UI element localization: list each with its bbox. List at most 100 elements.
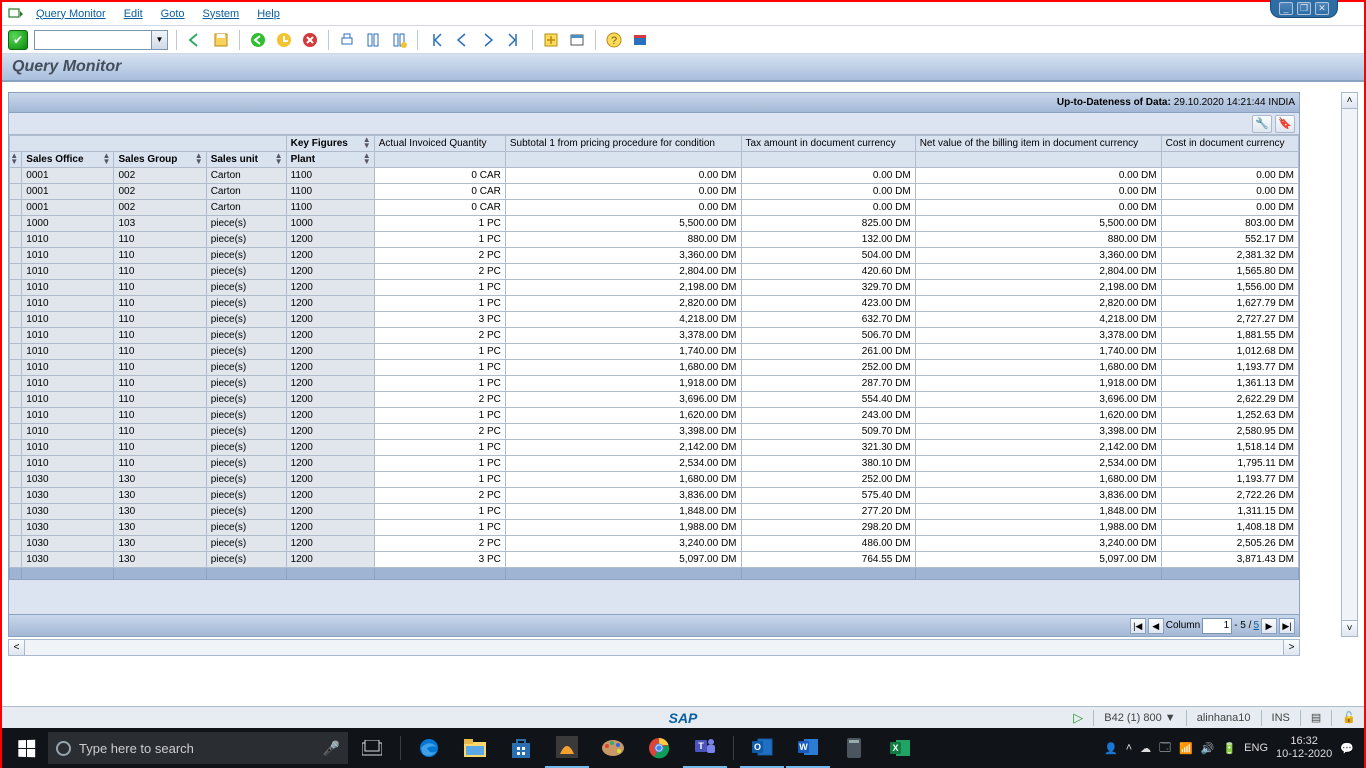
table-row[interactable]: 0001002Carton11000 CAR0.00 DM0.00 DM0.00… [10, 168, 1299, 184]
cancel-red-button[interactable] [300, 30, 320, 50]
pager-prev-icon[interactable]: ◀ [1148, 618, 1164, 634]
command-field[interactable] [34, 30, 152, 50]
find-button[interactable] [363, 30, 383, 50]
status-lock-icon[interactable]: 🔓 [1342, 711, 1356, 724]
data-grid[interactable]: Key Figures▲▼ Actual Invoiced Quantity S… [9, 135, 1299, 614]
edge-icon[interactable] [407, 728, 451, 768]
table-row[interactable]: 1010110piece(s)12002 PC3,378.00 DM506.70… [10, 328, 1299, 344]
tray-lang[interactable]: ENG [1244, 742, 1268, 754]
app2-icon[interactable] [832, 728, 876, 768]
col-plant[interactable]: Plant▲▼ [286, 152, 374, 168]
outlook-icon[interactable]: O [740, 728, 784, 768]
table-row[interactable]: 1010110piece(s)12001 PC2,534.00 DM380.10… [10, 456, 1299, 472]
vscroll-down-icon[interactable]: ˅ [1341, 620, 1358, 637]
table-row[interactable]: 1000103piece(s)10001 PC5,500.00 DM825.00… [10, 216, 1299, 232]
teams-icon[interactable]: T [683, 728, 727, 768]
table-row[interactable]: 1030130piece(s)12003 PC5,097.00 DM764.55… [10, 552, 1299, 568]
table-row[interactable]: 1010110piece(s)12002 PC3,398.00 DM509.70… [10, 424, 1299, 440]
table-row[interactable]: 1030130piece(s)12001 PC1,680.00 DM252.00… [10, 472, 1299, 488]
table-row[interactable]: 1010110piece(s)12002 PC3,360.00 DM504.00… [10, 248, 1299, 264]
col-subtotal1[interactable]: Subtotal 1 from pricing procedure for co… [505, 136, 741, 152]
menu-help[interactable]: Help [251, 6, 286, 22]
col-sales-group[interactable]: Sales Group▲▼ [114, 152, 206, 168]
table-row[interactable]: 1030130piece(s)12002 PC3,240.00 DM486.00… [10, 536, 1299, 552]
hscroll-left-icon[interactable]: < [8, 639, 25, 656]
tray-notifications-icon[interactable]: 💬 [1340, 742, 1354, 755]
tray-wifi-icon[interactable]: 📶 [1179, 742, 1193, 755]
prev-page-button[interactable] [452, 30, 472, 50]
table-row[interactable]: 1010110piece(s)12002 PC3,696.00 DM554.40… [10, 392, 1299, 408]
help-button[interactable]: ? [604, 30, 624, 50]
menu-query-monitor[interactable]: Query Monitor [30, 6, 112, 22]
task-view-icon[interactable] [350, 728, 394, 768]
tray-people-icon[interactable]: 👤 [1104, 742, 1118, 755]
status-system[interactable]: B42 (1) 800 ▼ [1104, 712, 1175, 724]
chrome-icon[interactable] [637, 728, 681, 768]
app1-icon[interactable] [545, 728, 589, 768]
print-button[interactable] [337, 30, 357, 50]
menu-dropdown-icon[interactable] [8, 6, 24, 22]
menu-goto[interactable]: Goto [155, 6, 191, 22]
table-row[interactable]: 1010110piece(s)12001 PC1,680.00 DM252.00… [10, 360, 1299, 376]
explorer-icon[interactable] [453, 728, 497, 768]
menu-edit[interactable]: Edit [118, 6, 149, 22]
pager-column-input[interactable] [1202, 618, 1232, 634]
table-row[interactable]: 1010110piece(s)12003 PC4,218.00 DM632.70… [10, 312, 1299, 328]
col-sales-office[interactable]: Sales Office▲▼ [22, 152, 114, 168]
start-button[interactable] [6, 732, 46, 764]
col-selector[interactable]: ▲▼ [10, 152, 22, 168]
tray-chevron-icon[interactable]: ˄ [1126, 742, 1132, 754]
tray-volume-icon[interactable]: 🔊 [1201, 742, 1215, 755]
back-green-button[interactable] [248, 30, 268, 50]
horizontal-scrollbar[interactable]: < > [8, 639, 1300, 656]
tray-cloud-icon[interactable]: ☁ [1140, 742, 1151, 755]
word-icon[interactable]: W [786, 728, 830, 768]
status-layout-icon[interactable]: ▤ [1311, 711, 1321, 724]
table-row[interactable]: 1010110piece(s)12001 PC1,740.00 DM261.00… [10, 344, 1299, 360]
taskbar-search[interactable]: Type here to search 🎤 [48, 732, 348, 764]
pager-first-icon[interactable]: |◀ [1130, 618, 1146, 634]
enter-button[interactable]: ✔ [8, 30, 28, 50]
table-row[interactable]: 1010110piece(s)12001 PC1,918.00 DM287.70… [10, 376, 1299, 392]
pager-last-icon[interactable]: ▶| [1279, 618, 1295, 634]
vscroll-up-icon[interactable]: ˄ [1341, 92, 1358, 109]
menu-system[interactable]: System [197, 6, 246, 22]
find-next-button[interactable] [389, 30, 409, 50]
paint-icon[interactable] [591, 728, 635, 768]
table-row[interactable]: 1030130piece(s)12001 PC1,988.00 DM298.20… [10, 520, 1299, 536]
tray-clock[interactable]: 16:32 10-12-2020 [1276, 735, 1332, 761]
maximize-button[interactable]: ❐ [1297, 2, 1311, 15]
next-page-button[interactable] [478, 30, 498, 50]
command-dropdown-icon[interactable]: ▼ [152, 30, 168, 50]
col-invoiced-qty[interactable]: Actual Invoiced Quantity [374, 136, 505, 152]
table-row[interactable]: 1010110piece(s)12001 PC2,198.00 DM329.70… [10, 280, 1299, 296]
save-button[interactable] [211, 30, 231, 50]
table-row[interactable]: 1030130piece(s)12001 PC1,848.00 DM277.20… [10, 504, 1299, 520]
status-play-icon[interactable]: ▷ [1073, 710, 1083, 726]
store-icon[interactable] [499, 728, 543, 768]
shortcut-button[interactable] [567, 30, 587, 50]
excel-icon[interactable]: X [878, 728, 922, 768]
table-row[interactable]: 1010110piece(s)12001 PC2,820.00 DM423.00… [10, 296, 1299, 312]
back-button[interactable] [185, 30, 205, 50]
table-row[interactable]: 1010110piece(s)12001 PC2,142.00 DM321.30… [10, 440, 1299, 456]
table-row[interactable]: 0001002Carton11000 CAR0.00 DM0.00 DM0.00… [10, 200, 1299, 216]
col-sales-unit[interactable]: Sales unit▲▼ [206, 152, 286, 168]
bookmark-icon[interactable]: 🔖 [1275, 115, 1295, 133]
pager-total[interactable]: 5 [1253, 620, 1259, 631]
tray-power-icon[interactable]: 🔋 [1222, 742, 1236, 755]
table-row[interactable]: 1010110piece(s)12001 PC1,620.00 DM243.00… [10, 408, 1299, 424]
tray-battery-icon[interactable]: 🗔 [1159, 739, 1171, 758]
exit-yellow-button[interactable] [274, 30, 294, 50]
vertical-scrollbar[interactable]: ˄ ˅ [1341, 92, 1358, 637]
customize-button[interactable] [630, 30, 650, 50]
new-session-button[interactable] [541, 30, 561, 50]
table-row[interactable]: 1030130piece(s)12002 PC3,836.00 DM575.40… [10, 488, 1299, 504]
pager-next-icon[interactable]: ▶ [1261, 618, 1277, 634]
col-net-value[interactable]: Net value of the billing item in documen… [915, 136, 1161, 152]
minimize-button[interactable]: _ [1279, 2, 1293, 15]
close-button[interactable]: ✕ [1315, 2, 1329, 15]
last-page-button[interactable] [504, 30, 524, 50]
table-row[interactable]: 1010110piece(s)12002 PC2,804.00 DM420.60… [10, 264, 1299, 280]
settings-icon[interactable]: 🔧 [1252, 115, 1272, 133]
